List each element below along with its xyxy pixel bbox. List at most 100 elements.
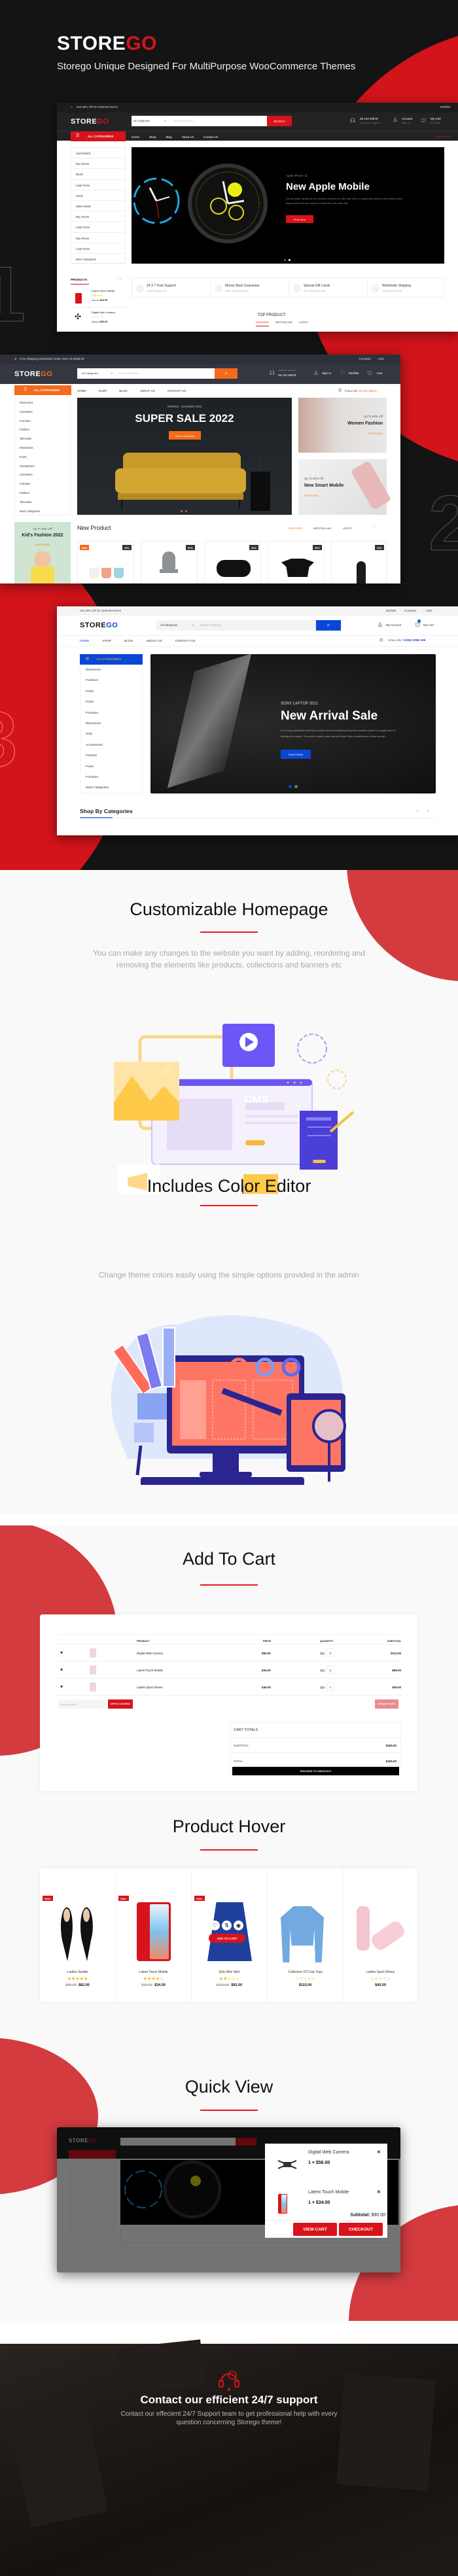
slider-dot[interactable] xyxy=(284,259,286,261)
quantity-input[interactable]: 2 xyxy=(326,1665,334,1674)
chevron-left-icon[interactable]: ‹ › xyxy=(118,278,122,281)
nav-link[interactable]: SHOP xyxy=(102,640,111,643)
product-item[interactable]: Latest Touch Mobile ★★★★☆ $41.00 $34.00 xyxy=(71,288,126,307)
update-cart-button[interactable]: UPDATE CART xyxy=(375,1699,398,1709)
heart-icon[interactable]: ♡ xyxy=(210,1921,220,1930)
nav-link[interactable]: ABOUT US xyxy=(146,640,162,643)
category-item[interactable]: Television xyxy=(15,434,70,444)
category-item[interactable]: Brush xyxy=(71,169,125,180)
cart-item-name[interactable]: Digital Web Camera xyxy=(137,1652,163,1655)
category-item[interactable]: Boy Shoes xyxy=(71,233,125,243)
coupon-input[interactable]: Coupon code xyxy=(58,1699,107,1709)
compare-icon[interactable]: ⇅ xyxy=(222,1921,232,1930)
nav-link[interactable]: ABOUT US xyxy=(140,389,155,392)
cart-icon[interactable]: ⛫ xyxy=(421,118,426,124)
wishlist-link[interactable]: Wishlist xyxy=(440,105,451,109)
category-item[interactable]: Accessories xyxy=(80,740,142,751)
product-item[interactable]: ✣ Digital Web Camera ☆☆☆☆☆ $66.00 $56.00 xyxy=(71,307,126,327)
category-item[interactable]: More Categories xyxy=(80,783,142,793)
slider-dot-active[interactable] xyxy=(289,259,291,261)
remove-item-icon[interactable]: ✖ xyxy=(60,1685,63,1689)
all-categories-button[interactable]: ▤ ALL CATEGORIES xyxy=(80,654,143,665)
cart-item-name[interactable]: Latest Touch Mobile xyxy=(137,1669,163,1672)
product-card[interactable]: 29% xyxy=(331,541,387,583)
search-input[interactable]: Search Products... xyxy=(173,120,195,122)
chevron-left-icon[interactable]: ‹ › xyxy=(373,526,376,529)
category-item[interactable]: Furniture xyxy=(80,773,142,783)
category-item[interactable]: Furniture xyxy=(15,417,70,426)
wishlist-link[interactable]: Wishlist xyxy=(386,609,396,613)
category-select[interactable]: All Categories xyxy=(82,372,98,375)
tab-bestselling[interactable]: BESTSELLING xyxy=(275,321,292,326)
all-categories-button[interactable]: ☰ ALL CATEGORIES xyxy=(71,131,126,141)
category-item[interactable]: Lady Purse xyxy=(71,243,125,254)
search-icon[interactable]: ⌕ xyxy=(316,620,341,631)
search-input[interactable]: Search Products... xyxy=(119,372,141,375)
category-item[interactable]: Boy Shoes xyxy=(71,211,125,222)
nav-link[interactable]: CONTACT US xyxy=(167,389,186,392)
all-categories-button[interactable]: ☰ ALL CATEGORIES xyxy=(14,385,71,395)
special-offer-link[interactable]: Special Offer xyxy=(435,135,450,138)
category-item[interactable]: Furniture xyxy=(80,708,142,719)
search-button[interactable]: SEARCH xyxy=(267,116,292,126)
category-item[interactable]: Electronics xyxy=(80,665,142,676)
category-select[interactable]: All Categories xyxy=(133,120,150,122)
wishlist-link[interactable]: Wishlist xyxy=(349,372,359,375)
category-item[interactable]: Hand Watch xyxy=(71,148,125,159)
nav-link[interactable]: SHOP xyxy=(99,389,107,392)
tab-bestselling[interactable]: BESTSELLING xyxy=(313,527,331,530)
product-card[interactable]: 59% xyxy=(268,541,325,583)
nav-link[interactable]: Home xyxy=(132,135,139,139)
category-item[interactable]: Fashion xyxy=(15,489,70,498)
product-card[interactable]: Sale! Latest Touch Mobile ★★★★☆ $41.00 $3… xyxy=(116,1868,192,2002)
nav-link[interactable]: About Us xyxy=(182,135,194,139)
proceed-to-checkout-button[interactable]: PROCEED TO CHECKOUT xyxy=(232,1767,399,1775)
kid-banner[interactable]: Up To 20% Off Kid's Fashion 2022 SHOP NO… xyxy=(14,522,71,583)
category-item[interactable]: More Categories xyxy=(71,254,125,265)
close-icon[interactable]: ✕ xyxy=(377,2190,381,2195)
tab-featured[interactable]: FEATURED xyxy=(256,321,270,326)
shop-now-button[interactable]: Shop Now xyxy=(286,215,313,223)
cart-link[interactable]: Cart xyxy=(377,372,383,375)
account-link[interactable]: My Account xyxy=(386,623,401,627)
nav-link[interactable]: Shop xyxy=(149,135,156,139)
tab-latest[interactable]: LATEST xyxy=(299,321,308,326)
category-item[interactable]: More Categories xyxy=(15,507,70,516)
slider-dot[interactable] xyxy=(185,510,187,512)
chevron-left-icon[interactable]: ‹ xyxy=(417,809,418,813)
category-item[interactable]: Boy Shoes xyxy=(71,158,125,169)
category-item[interactable]: Smartphone xyxy=(15,462,70,471)
remove-item-icon[interactable]: ✖ xyxy=(60,1651,63,1655)
nav-link[interactable]: BLOG xyxy=(124,640,133,643)
category-item[interactable]: Cosmetics xyxy=(15,408,70,417)
compare-link[interactable]: Compare xyxy=(359,357,371,361)
side-banner-women[interactable]: Up To 60% Off Women Fashion SHOP NOW xyxy=(298,398,387,453)
quantity-input[interactable]: 2 xyxy=(326,1648,334,1657)
category-item[interactable]: Electronics xyxy=(15,444,70,453)
category-item[interactable]: Fruits xyxy=(80,687,142,697)
product-card[interactable]: Collection Of Crop Tops ☆☆☆☆☆ $115.00 xyxy=(268,1868,344,2002)
category-item[interactable]: Fruits xyxy=(80,762,142,773)
view-collections-button[interactable]: View Collections xyxy=(169,431,201,440)
category-item[interactable]: Electronics xyxy=(80,719,142,729)
close-icon[interactable]: ✕ xyxy=(377,2150,381,2155)
category-item[interactable]: Fruits xyxy=(80,697,142,708)
compare-link[interactable]: Compare xyxy=(404,609,417,613)
heart-icon[interactable]: ♡ xyxy=(340,370,345,376)
cart-item-name[interactable]: Ladies Sport Shoes xyxy=(137,1686,162,1689)
nav-link[interactable]: Blog xyxy=(166,135,172,139)
logo[interactable]: STOREGO xyxy=(14,371,52,378)
cart-icon[interactable]: ⛫ xyxy=(367,370,372,376)
sign-in-link[interactable]: Sign In xyxy=(322,372,331,375)
currency-select[interactable]: USD xyxy=(378,357,384,361)
eye-icon[interactable]: ◉ xyxy=(234,1921,243,1930)
sign-in-link[interactable]: Sign In xyxy=(402,122,410,125)
category-item[interactable]: Furniture xyxy=(80,676,142,686)
slider-dot[interactable] xyxy=(294,785,298,788)
cart-link[interactable]: My Cart xyxy=(431,117,441,121)
slider-dot-active[interactable] xyxy=(181,510,183,512)
account-link[interactable]: Account xyxy=(402,117,412,121)
shop-now-button[interactable]: SHOP NOW xyxy=(281,750,311,759)
category-item[interactable]: Water Bottle xyxy=(71,201,125,212)
side-banner-mobile[interactable]: Up To 30% Off New Smart Mobile SHOP NOW xyxy=(298,459,392,515)
